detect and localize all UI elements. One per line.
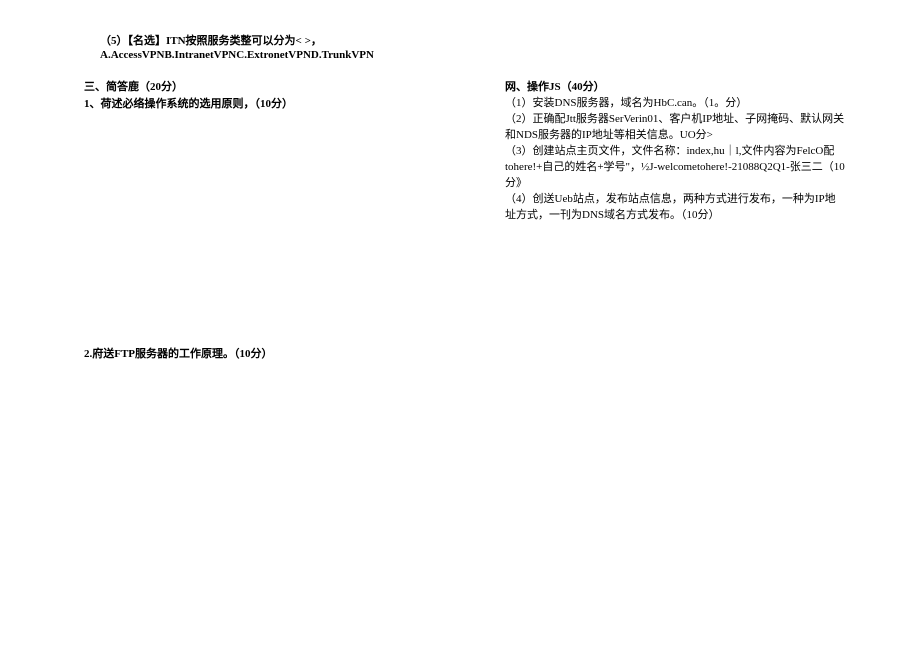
q5-prompt: （5）【名选】ITN按照服务类整可以分为< >，	[100, 34, 374, 48]
q5-options: A.AccessVPNB.IntranetVPNC.ExtronetVPND.T…	[100, 48, 374, 62]
question-5: （5）【名选】ITN按照服务类整可以分为< >， A.AccessVPNB.In…	[100, 34, 374, 63]
operations-step-4: （4）创送Ueb站点，发布站点信息，两种方式进行发布，一种为IP地址方式，一刊为…	[505, 192, 845, 224]
operations-step-1: （1）安装DNS服务器，域名为HbC.can。（1。分）	[505, 96, 845, 112]
section-3-header: 三、简答鹿（20分）	[84, 80, 183, 95]
document-page: （5）【名选】ITN按照服务类整可以分为< >， A.AccessVPNB.In…	[0, 0, 920, 651]
operations-step-3: （3）创建站点主页文件，文件名称：index,hu｜l,文件内容为FelcO配t…	[505, 144, 845, 192]
operations-section: 网、操作JS（40分） （1）安装DNS服务器，域名为HbC.can。（1。分）…	[505, 80, 845, 223]
operations-header: 网、操作JS（40分）	[505, 80, 845, 96]
section-3-q1: 1、荷述必络操作系统的选用原则，（10分）	[84, 95, 293, 111]
operations-step-2: （2）正确配Jtt服务器SerVerin01、客户机IP地址、子网掩码、默认网关…	[505, 112, 845, 144]
section-3-q2: 2.府送FTP服务器的工作原理。（10分）	[84, 345, 273, 361]
